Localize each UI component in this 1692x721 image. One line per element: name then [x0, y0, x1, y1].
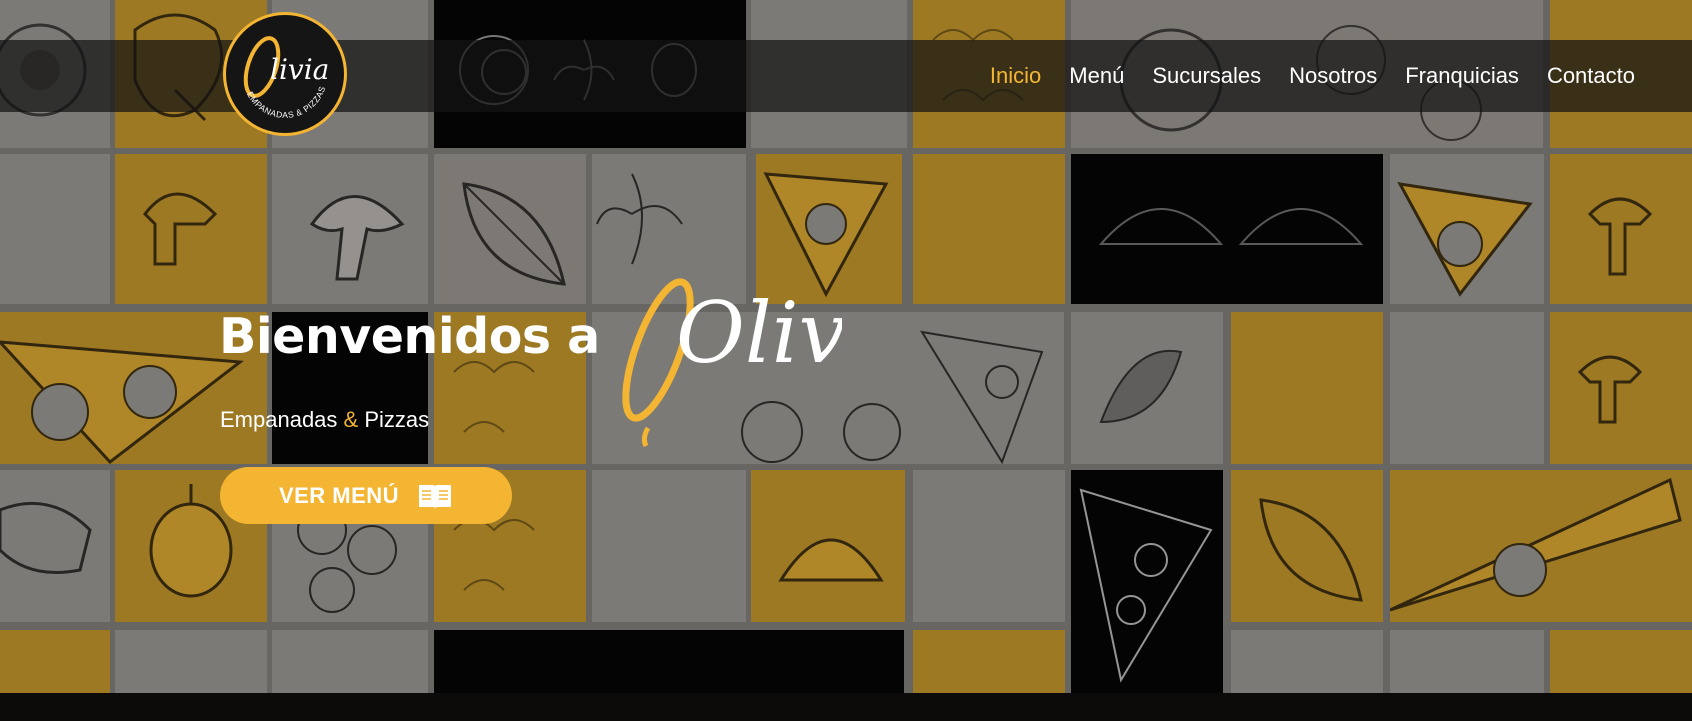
logo-subtext: EMPANADAS & PIZZAS: [245, 85, 327, 120]
olivia-script-logo: Olivia: [622, 278, 842, 448]
nav-item-inicio[interactable]: Inicio: [990, 63, 1041, 89]
menu-book-icon: [419, 484, 452, 509]
footer-strip: [0, 693, 1692, 721]
hero-title: Bienvenidos a: [219, 308, 600, 365]
svg-text:livia: livia: [270, 53, 329, 86]
nav-item-sucursales[interactable]: Sucursales: [1152, 63, 1261, 89]
hero-tagline: Empanadas & Pizzas: [220, 407, 429, 433]
nav-item-nosotros[interactable]: Nosotros: [1289, 63, 1377, 89]
main-nav: Inicio Menú Sucursales Nosotros Franquic…: [990, 40, 1635, 112]
svg-text:EMPANADAS & PIZZAS: EMPANADAS & PIZZAS: [245, 85, 327, 120]
tagline-ampersand: &: [343, 407, 359, 432]
ver-menu-label: VER MENÚ: [278, 482, 400, 508]
page: livia EMPANADAS & PIZZAS Inicio Menú Suc…: [0, 0, 1692, 721]
tagline-empanadas: Empanadas: [220, 407, 338, 432]
nav-item-franquicias[interactable]: Franquicias: [1405, 63, 1519, 89]
nav-item-contacto[interactable]: Contacto: [1547, 63, 1635, 89]
tagline-pizzas: Pizzas: [364, 407, 430, 432]
brand-logo[interactable]: livia EMPANADAS & PIZZAS: [223, 12, 347, 136]
ver-menu-button[interactable]: VER MENÚ: [220, 467, 512, 524]
olivia-logo-icon: livia EMPANADAS & PIZZAS: [243, 36, 329, 120]
nav-item-menu[interactable]: Menú: [1069, 63, 1124, 89]
hero-title-logo: Olivia: [676, 284, 842, 382]
